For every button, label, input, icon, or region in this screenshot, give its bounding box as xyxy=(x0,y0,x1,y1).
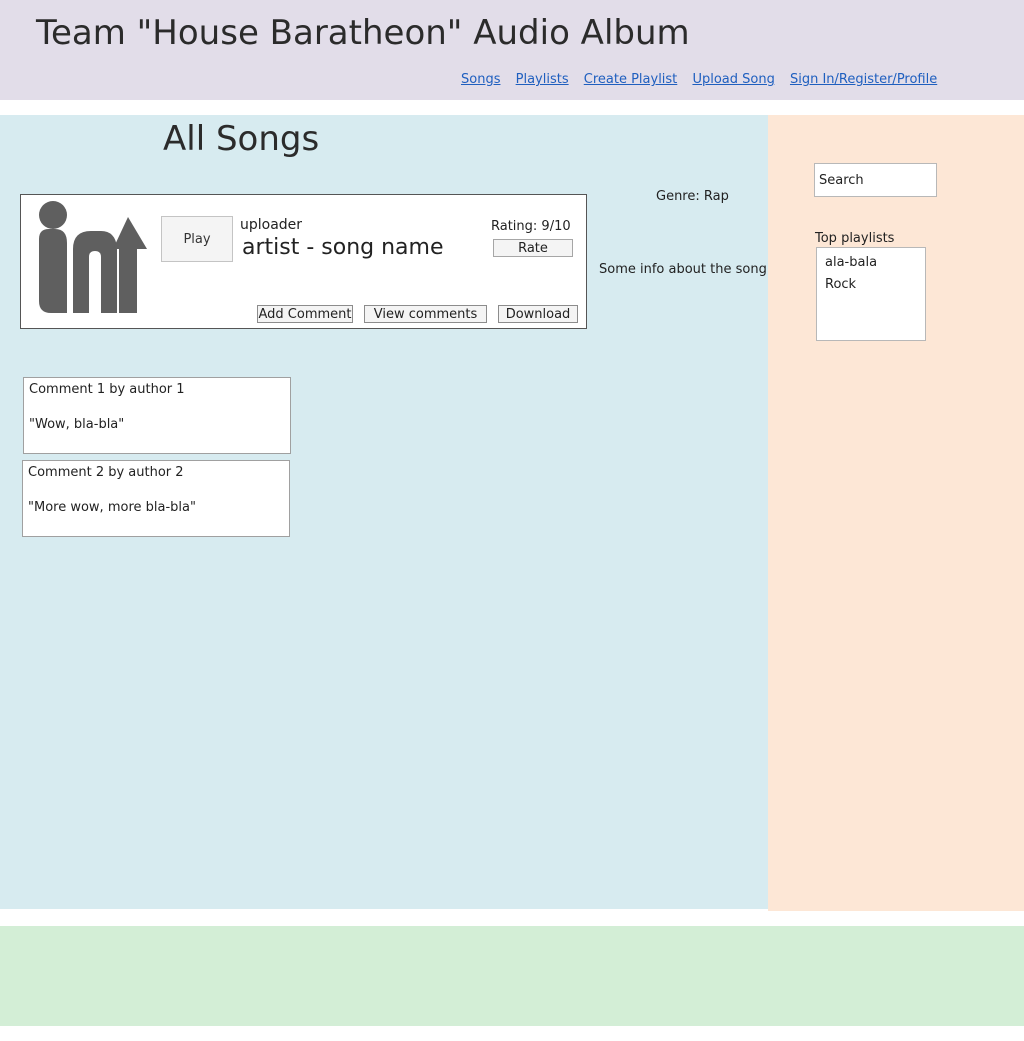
nav-link-upload-song[interactable]: Upload Song xyxy=(692,72,774,87)
rate-button[interactable]: Rate xyxy=(493,239,573,257)
comment-text: "More wow, more bla-bla" xyxy=(28,500,196,515)
song-info: Some info about the song xyxy=(599,262,767,277)
nav-link-create-playlist[interactable]: Create Playlist xyxy=(584,72,678,87)
song-rating: Rating: 9/10 xyxy=(491,219,571,234)
search-input[interactable] xyxy=(814,163,937,197)
site-title: Team "House Baratheon" Audio Album xyxy=(36,13,690,53)
top-playlists-list[interactable]: ala-bala Rock xyxy=(816,247,926,341)
page-title: All Songs xyxy=(163,119,320,159)
main-nav: Songs Playlists Create Playlist Upload S… xyxy=(461,72,948,87)
nav-link-sign-in[interactable]: Sign In/Register/Profile xyxy=(790,72,937,87)
song-uploader: uploader xyxy=(240,217,303,233)
song-genre: Genre: Rap xyxy=(656,189,729,204)
play-button[interactable]: Play xyxy=(161,216,233,262)
sidebar xyxy=(768,115,1024,911)
site-footer xyxy=(0,926,1024,1026)
comment-text: "Wow, bla-bla" xyxy=(29,417,125,432)
nav-link-playlists[interactable]: Playlists xyxy=(516,72,569,87)
view-comments-button[interactable]: View comments xyxy=(364,305,487,323)
comment-card: Comment 1 by author 1 "Wow, bla-bla" xyxy=(23,377,291,454)
comment-header: Comment 2 by author 2 xyxy=(28,465,184,480)
song-card: Play uploader artist - song name Rating:… xyxy=(20,194,587,329)
add-comment-button[interactable]: Add Comment xyxy=(257,305,353,323)
site-header: Team "House Baratheon" Audio Album Songs… xyxy=(0,0,1024,100)
comment-header: Comment 1 by author 1 xyxy=(29,382,185,397)
download-button[interactable]: Download xyxy=(498,305,578,323)
playlist-item[interactable]: Rock xyxy=(825,274,917,296)
song-name: artist - song name xyxy=(242,235,444,260)
playlist-item[interactable]: ala-bala xyxy=(825,252,917,274)
nav-link-songs[interactable]: Songs xyxy=(461,72,500,87)
comment-card: Comment 2 by author 2 "More wow, more bl… xyxy=(22,460,290,537)
in-logo-icon xyxy=(39,201,147,313)
top-playlists-label: Top playlists xyxy=(815,231,895,246)
